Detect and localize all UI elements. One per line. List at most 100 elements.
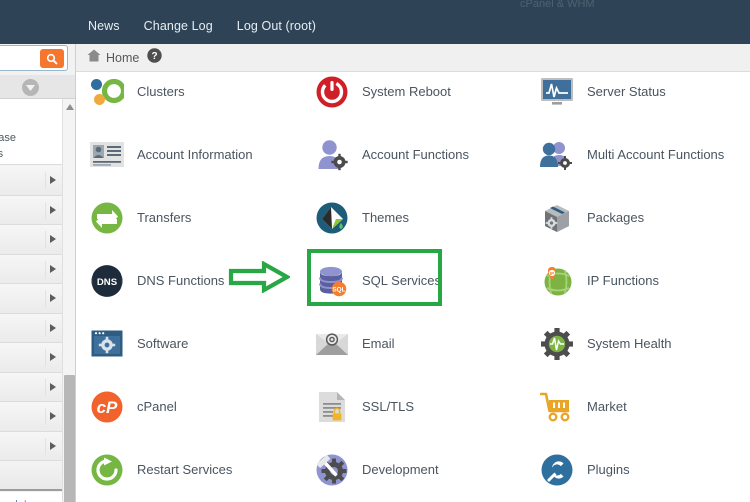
hammer-gear-icon xyxy=(313,451,351,489)
tile-server-status[interactable]: Server Status xyxy=(538,66,750,118)
tile-system-health[interactable]: System Health xyxy=(538,318,750,370)
tile-label: Themes xyxy=(362,209,409,225)
cpanel-logo-icon: cP xyxy=(88,388,126,426)
tile-development[interactable]: Development xyxy=(313,444,528,496)
top-navigation-links: News Change Log Log Out (root) xyxy=(88,19,316,33)
tile-label: Development xyxy=(362,461,439,477)
top-navigation-bar: cPanel & WHM News Change Log Log Out (ro… xyxy=(0,0,750,44)
caret-right-icon xyxy=(50,412,56,420)
restart-circle-icon xyxy=(88,451,126,489)
tile-plugins[interactable]: Plugins xyxy=(538,444,750,496)
tile-market[interactable]: Market xyxy=(538,381,750,433)
sidebar-collapse-bar[interactable] xyxy=(0,75,75,99)
row-divider xyxy=(45,349,46,366)
sidebar-group-row[interactable] xyxy=(0,402,62,432)
tile-label: Packages xyxy=(587,209,645,225)
tile-label: DNS Functions xyxy=(137,272,225,288)
transfer-arrows-icon xyxy=(88,199,126,237)
tile-clusters[interactable]: Clusters xyxy=(88,66,303,118)
sidebar-group-row[interactable] xyxy=(0,372,62,402)
sidebar-group-row[interactable] xyxy=(0,195,62,225)
tile-restart-services[interactable]: Restart Services xyxy=(88,444,303,496)
sidebar-scrollbar[interactable] xyxy=(62,99,75,502)
tile-label: Clusters xyxy=(137,83,185,99)
whm-home-screen: cPanel & WHM News Change Log Log Out (ro… xyxy=(0,0,750,502)
tile-ssl-tls[interactable]: SSL/TLS xyxy=(313,381,528,433)
tile-account-information[interactable]: Account Information xyxy=(88,129,303,181)
tile-ip-functions[interactable]: IP IP Functions xyxy=(538,255,750,307)
tile-label: Restart Services xyxy=(137,461,233,477)
tile-themes[interactable]: Themes xyxy=(313,192,528,244)
help-circle-icon[interactable]: ? xyxy=(147,47,163,68)
monitor-pulse-icon xyxy=(538,73,576,111)
caret-right-icon xyxy=(50,353,56,361)
box-gear-icon xyxy=(538,199,576,237)
sidebar-link-clipped-3[interactable]: ses xyxy=(0,148,3,160)
tile-account-functions[interactable]: Account Functions xyxy=(313,129,528,181)
plug-icon xyxy=(538,451,576,489)
search-input[interactable] xyxy=(0,50,21,66)
sidebar-quicklinks-panel: rd abase ses xyxy=(0,99,62,165)
row-divider xyxy=(45,260,46,278)
tile-multi-account-functions[interactable]: Multi Account Functions xyxy=(538,129,750,181)
tile-label: cPanel xyxy=(137,398,177,414)
tile-label: SQL Services xyxy=(362,272,441,288)
topnav-news[interactable]: News xyxy=(88,19,120,33)
tile-packages[interactable]: Packages xyxy=(538,192,750,244)
search-icon xyxy=(46,53,58,65)
tile-system-reboot[interactable]: System Reboot xyxy=(313,66,528,118)
sidebar-footer: cPanel, Inc. xyxy=(0,492,62,502)
window-gear-icon xyxy=(88,325,126,363)
clusters-icon xyxy=(88,73,126,111)
tile-email[interactable]: Email xyxy=(313,318,528,370)
tile-label: System Health xyxy=(587,335,672,351)
breadcrumb-label[interactable]: Home xyxy=(106,51,139,65)
tile-label: Market xyxy=(587,398,627,414)
tile-label: Plugins xyxy=(587,461,630,477)
shopping-cart-icon xyxy=(538,388,576,426)
tile-label: Software xyxy=(137,335,189,351)
sidebar-blank-row[interactable] xyxy=(0,461,62,491)
users-gear-icon xyxy=(538,136,576,174)
tile-cpanel[interactable]: cP cPanel xyxy=(88,381,303,433)
tile-software[interactable]: Software xyxy=(88,318,303,370)
database-sql-icon: SQL xyxy=(313,262,351,300)
row-divider xyxy=(45,172,46,189)
caret-right-icon xyxy=(50,205,56,214)
sidebar-group-row[interactable] xyxy=(0,284,62,314)
sidebar-group-row[interactable] xyxy=(0,254,62,284)
user-gear-icon xyxy=(313,136,351,174)
tile-label: Transfers xyxy=(137,209,192,225)
tile-label: Multi Account Functions xyxy=(587,146,725,162)
svg-text:SQL: SQL xyxy=(332,287,345,294)
sidebar-group-row[interactable] xyxy=(0,225,62,255)
sidebar-group-row[interactable] xyxy=(0,313,62,343)
sidebar-link-clipped-2[interactable]: abase xyxy=(0,132,16,144)
sidebar-search-box[interactable] xyxy=(0,45,68,71)
caret-up-icon[interactable] xyxy=(66,104,74,110)
search-button[interactable] xyxy=(40,49,64,68)
tile-label: Email xyxy=(362,335,395,351)
tile-label: Server Status xyxy=(587,83,666,99)
tile-transfers[interactable]: Transfers xyxy=(88,192,303,244)
envelope-at-icon xyxy=(313,325,351,363)
topnav-change-log[interactable]: Change Log xyxy=(144,19,213,33)
sidebar-group-row[interactable] xyxy=(0,431,62,461)
chevron-down-circle-icon[interactable] xyxy=(22,79,39,96)
svg-text:IP: IP xyxy=(550,271,554,276)
sidebar-group-row[interactable] xyxy=(0,166,62,196)
sidebar-group-row[interactable] xyxy=(0,343,62,373)
caret-right-icon xyxy=(50,323,56,332)
topnav-logout[interactable]: Log Out (root) xyxy=(237,19,316,33)
power-icon xyxy=(313,73,351,111)
tile-dns-functions[interactable]: DNS DNS Functions xyxy=(88,255,303,307)
scrollbar-thumb[interactable] xyxy=(64,375,75,502)
ip-globe-icon: IP xyxy=(538,262,576,300)
id-card-icon xyxy=(88,136,126,174)
row-divider xyxy=(45,201,46,219)
home-icon[interactable] xyxy=(87,49,101,67)
svg-text:?: ? xyxy=(152,51,158,62)
topbar-clipped-text: cPanel & WHM xyxy=(520,0,595,8)
tile-label: IP Functions xyxy=(587,272,660,288)
tile-sql-services[interactable]: SQL SQL Services xyxy=(313,255,528,307)
